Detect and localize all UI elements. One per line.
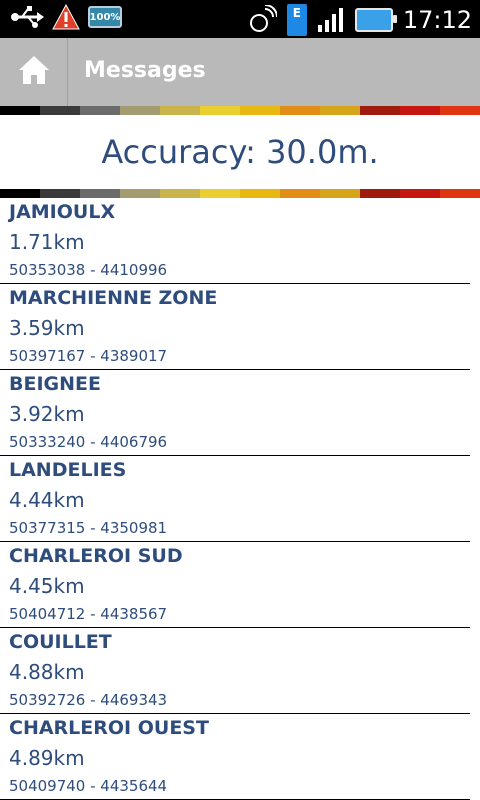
station-distance: 3.92km <box>9 402 85 426</box>
network-e-icon: E <box>286 4 307 36</box>
station-name: CHARLEROI SUD <box>9 545 183 567</box>
stripe-segment <box>40 106 80 115</box>
stripe-segment <box>320 189 360 198</box>
stripe-segment <box>40 189 80 198</box>
station-name: CHARLEROI OUEST <box>9 717 209 739</box>
list-item[interactable]: JAMIOULX 1.71km 50353038 - 4410996 <box>0 198 480 284</box>
station-distance: 4.44km <box>9 488 85 512</box>
battery-status-icon: 100% <box>88 6 122 28</box>
stripe-segment <box>200 106 240 115</box>
station-name: MARCHIENNE ZONE <box>9 287 218 309</box>
station-list: JAMIOULX 1.71km 50353038 - 4410996 MARCHIEN… <box>0 198 480 800</box>
station-name: JAMIOULX <box>9 201 116 223</box>
stripe-segment <box>0 189 40 198</box>
station-name: BEIGNEE <box>9 373 101 395</box>
stripe-segment <box>120 106 160 115</box>
station-coordinates: 50392726 - 4469343 <box>9 691 168 709</box>
usb-icon <box>10 5 44 29</box>
gps-sync-icon <box>247 5 277 35</box>
list-item[interactable]: CHARLEROI OUEST 4.89km 50409740 - 4435644 <box>0 714 480 800</box>
stripe-segment <box>440 106 480 115</box>
station-coordinates: 50397167 - 4389017 <box>9 347 168 365</box>
station-distance: 4.88km <box>9 660 85 684</box>
stripe-segment <box>80 189 120 198</box>
stripe-segment <box>400 189 440 198</box>
list-item[interactable]: LANDELIES 4.44km 50377315 - 4350981 <box>0 456 480 542</box>
station-distance: 3.59km <box>9 316 85 340</box>
status-bar: 100% E 17:12 <box>0 0 480 38</box>
stripe-segment <box>280 106 320 115</box>
station-coordinates: 50404712 - 4438567 <box>9 605 168 623</box>
list-item[interactable]: CHARLEROI SUD 4.45km 50404712 - 4438567 <box>0 542 480 628</box>
stripe-segment <box>360 189 400 198</box>
stripe-segment <box>320 106 360 115</box>
stripe-segment <box>120 189 160 198</box>
title-bar: Messages <box>0 38 480 106</box>
stripe-segment <box>240 189 280 198</box>
list-item[interactable]: MARCHIENNE ZONE 3.59km 50397167 - 4389017 <box>0 284 480 370</box>
home-icon <box>17 54 51 90</box>
station-coordinates: 50333240 - 4406796 <box>9 433 168 451</box>
page-title: Messages <box>84 58 206 83</box>
station-coordinates: 50409740 - 4435644 <box>9 777 168 795</box>
list-item[interactable]: COUILLET 4.88km 50392726 - 4469343 <box>0 628 480 714</box>
accuracy-label: Accuracy: 30.0m. <box>101 133 379 171</box>
station-name: LANDELIES <box>9 459 127 481</box>
station-distance: 1.71km <box>9 230 85 254</box>
stripe-segment <box>160 189 200 198</box>
stripe-segment <box>400 106 440 115</box>
stripe-segment <box>0 106 40 115</box>
warning-icon <box>52 4 80 30</box>
station-name: COUILLET <box>9 631 112 653</box>
station-distance: 4.45km <box>9 574 85 598</box>
stripe-segment <box>440 189 480 198</box>
color-stripe-bottom <box>0 189 480 198</box>
stripe-segment <box>280 189 320 198</box>
clock: 17:12 <box>402 6 472 34</box>
list-item[interactable]: BEIGNEE 3.92km 50333240 - 4406796 <box>0 370 480 456</box>
battery-icon <box>354 8 397 32</box>
stripe-segment <box>80 106 120 115</box>
station-coordinates: 50353038 - 4410996 <box>9 261 168 279</box>
stripe-segment <box>160 106 200 115</box>
station-distance: 4.89km <box>9 746 85 770</box>
signal-icon <box>317 7 345 33</box>
station-coordinates: 50377315 - 4350981 <box>9 519 168 537</box>
home-button[interactable] <box>0 38 68 106</box>
stripe-segment <box>240 106 280 115</box>
stripe-segment <box>360 106 400 115</box>
color-stripe-top <box>0 106 480 115</box>
stripe-segment <box>200 189 240 198</box>
